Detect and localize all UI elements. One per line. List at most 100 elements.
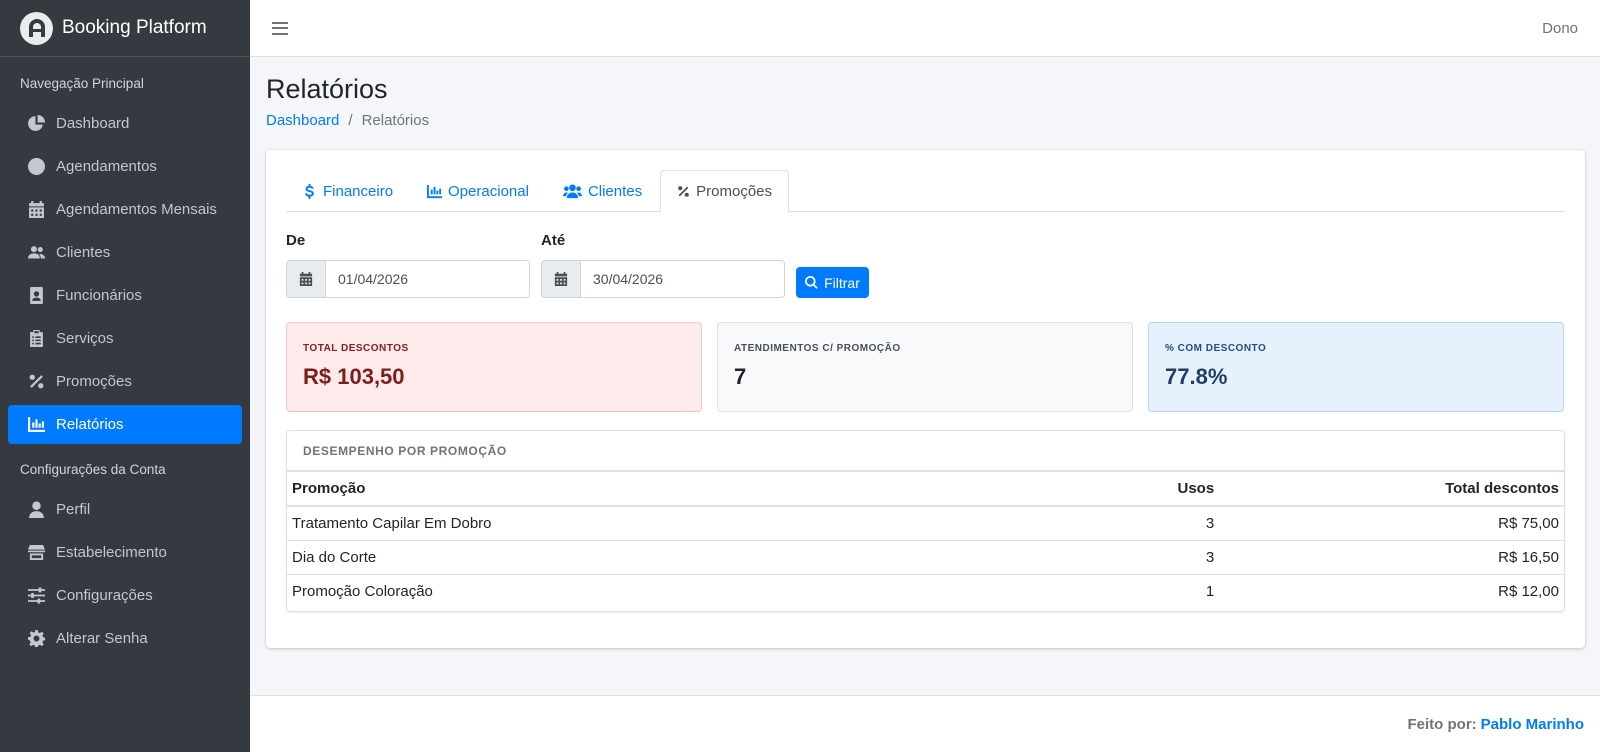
filter-button[interactable]: Filtrar <box>796 267 869 298</box>
percent-icon <box>678 186 689 197</box>
report-tabs: Financeiro Operacional Clientes Promoçõe… <box>286 170 1565 213</box>
cell-total: R$ 75,00 <box>1498 514 1559 532</box>
footer: Feito por: Pablo Marinho <box>250 695 1600 752</box>
sidebar-item-label: Relatórios <box>56 416 124 433</box>
dollar-icon <box>305 183 314 199</box>
user-menu[interactable]: Dono <box>1542 20 1578 37</box>
sidebar-item-configuracoes[interactable]: Configurações <box>8 576 242 615</box>
filter-button-label: Filtrar <box>824 274 860 291</box>
sidebar-item-funcionarios[interactable]: Funcionários <box>8 276 242 315</box>
sidebar-item-label: Agendamentos Mensais <box>56 201 217 218</box>
reports-card: Financeiro Operacional Clientes Promoçõe… <box>266 150 1585 648</box>
nav-header-account: Configurações da Conta <box>20 461 166 477</box>
stat-total-descontos: Total Descontos R$ 103,50 <box>286 322 702 412</box>
top-navbar: Dono <box>250 0 1600 57</box>
table-row: Promoção Coloração 1 R$ 12,00 <box>287 573 1564 608</box>
brand-name: Booking Platform <box>62 17 207 38</box>
performance-title: DESEMPENHO POR PROMOÇÃO <box>287 431 1564 472</box>
tab-financeiro[interactable]: Financeiro <box>286 170 409 212</box>
tab-label: Financeiro <box>323 182 394 200</box>
column-header-total-descontos[interactable]: Total descontos <box>1219 472 1564 507</box>
page-title: Relatórios <box>266 74 388 104</box>
cell-total: R$ 12,00 <box>1219 573 1564 608</box>
sidebar-item-label: Configurações <box>56 587 153 604</box>
stat-value: 77.8% <box>1165 364 1228 389</box>
table-row: Tratamento Capilar Em Dobro 3 R$ 75,00 <box>287 506 1564 540</box>
gear-icon <box>26 629 46 649</box>
performance-panel: DESEMPENHO POR PROMOÇÃO Promoção Usos To… <box>286 430 1565 612</box>
tab-clientes[interactable]: Clientes <box>547 170 658 212</box>
menu-toggle-icon[interactable] <box>272 21 288 35</box>
table-header-row: Promoção Usos Total descontos <box>287 472 1564 507</box>
sidebar: Booking Platform Navegação Principal Das… <box>0 0 250 752</box>
to-date-label: Até <box>541 232 566 249</box>
sidebar-item-label: Alterar Senha <box>56 630 148 647</box>
to-date-input[interactable]: 30/04/2026 <box>581 260 785 298</box>
from-date-input[interactable]: 01/04/2026 <box>326 260 530 298</box>
performance-table: Promoção Usos Total descontos Tratamento… <box>287 472 1564 608</box>
column-header-promocao[interactable]: Promoção <box>287 472 1054 507</box>
sidebar-item-label: Agendamentos <box>56 158 157 175</box>
bar-chart-icon <box>26 415 46 435</box>
sidebar-item-agendamentos[interactable]: Agendamentos <box>8 147 242 186</box>
cell-total: R$ 16,50 <box>1219 539 1564 574</box>
sidebar-item-relatorios[interactable]: Relatórios <box>8 405 242 444</box>
brand-link[interactable]: Booking Platform <box>0 0 250 57</box>
sidebar-item-label: Serviços <box>56 330 114 347</box>
footer-author-link[interactable]: Pablo Marinho <box>1481 716 1584 733</box>
table-row: Dia do Corte 3 R$ 16,50 <box>287 539 1564 574</box>
sidebar-item-label: Funcionários <box>56 287 142 304</box>
cell-usos: 3 <box>1053 539 1220 574</box>
stat-label: % Com Desconto <box>1165 343 1267 354</box>
sidebar-item-clientes[interactable]: Clientes <box>8 233 242 272</box>
tab-label: Promoções <box>696 183 773 200</box>
sidebar-item-label: Promoções <box>56 373 132 390</box>
sidebar-item-estabelecimento[interactable]: Estabelecimento <box>8 533 242 572</box>
sidebar-item-label: Clientes <box>56 244 111 261</box>
cell-promocao: Dia do Corte <box>287 539 1054 574</box>
sidebar-item-label: Dashboard <box>56 115 130 132</box>
from-date-label: De <box>286 232 306 249</box>
sidebar-item-alterar-senha[interactable]: Alterar Senha <box>8 619 242 658</box>
cell-usos: 3 <box>1205 514 1215 532</box>
sidebar-item-label: Perfil <box>56 501 91 518</box>
sliders-icon <box>26 586 46 606</box>
search-icon <box>805 276 818 289</box>
sidebar-item-dashboard[interactable]: Dashboard <box>8 104 242 143</box>
stat-percent-desconto: % Com Desconto 77.8% <box>1148 322 1564 412</box>
cell-promocao: Promoção Coloração <box>287 573 1054 608</box>
sidebar-item-servicos[interactable]: Serviços <box>8 319 242 358</box>
clipboard-list-icon <box>26 329 46 349</box>
store-icon <box>26 543 46 563</box>
tab-operacional[interactable]: Operacional <box>411 170 545 212</box>
stat-label: Atendimentos C/ Promoção <box>734 343 901 354</box>
stat-value: 7 <box>734 364 747 389</box>
calendar-icon <box>541 260 581 298</box>
column-header-usos[interactable]: Usos <box>1053 472 1220 507</box>
tab-label: Operacional <box>448 182 529 200</box>
users-icon <box>563 183 582 198</box>
stat-value: R$ 103,50 <box>303 364 405 389</box>
users-icon <box>26 243 46 263</box>
nav-header-main: Navegação Principal <box>20 75 144 91</box>
stat-atendimentos-promocao: Atendimentos C/ Promoção 7 <box>717 322 1133 412</box>
sidebar-item-promocoes[interactable]: Promoções <box>8 362 242 401</box>
percent-icon <box>26 372 46 392</box>
sidebar-item-perfil[interactable]: Perfil <box>8 490 242 529</box>
breadcrumb-current: Relatórios <box>361 112 430 129</box>
calendar-icon <box>286 260 326 298</box>
calendar-icon <box>26 200 46 220</box>
user-icon <box>26 500 46 520</box>
footer-prefix: Feito por: <box>1407 715 1477 733</box>
tab-promocoes[interactable]: Promoções <box>660 170 790 213</box>
breadcrumb-home-link[interactable]: Dashboard <box>266 112 339 129</box>
to-date-group: 30/04/2026 <box>541 260 785 298</box>
chart-pie-icon <box>26 114 46 134</box>
content-header: Relatórios <box>266 70 388 105</box>
sidebar-item-label: Estabelecimento <box>56 544 167 561</box>
cell-usos: 1 <box>1053 573 1220 608</box>
id-badge-icon <box>26 286 46 306</box>
clock-icon <box>26 157 46 177</box>
sidebar-item-agendamentos-mensais[interactable]: Agendamentos Mensais <box>8 190 242 229</box>
tab-label: Clientes <box>587 182 643 200</box>
